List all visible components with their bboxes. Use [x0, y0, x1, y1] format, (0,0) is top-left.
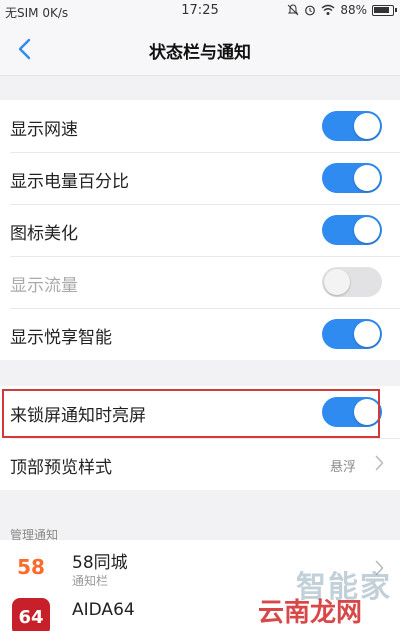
chevron-right-icon	[375, 455, 384, 471]
status-bar: 无SIM 0K/s 17:25 88%	[0, 0, 400, 22]
watermark-logo-text: 云南龙网	[257, 598, 362, 628]
setting-row-icon-beautify[interactable]: 图标美化	[0, 204, 400, 256]
setting-row-battery-percent[interactable]: 显示电量百分比	[0, 152, 400, 204]
nav-bar: 状态栏与通知	[0, 22, 400, 76]
app-icon-text: 64	[18, 606, 44, 628]
app-icon-text: 58	[17, 555, 45, 579]
status-icons: 88%	[287, 3, 397, 17]
toggle-settings-group: 显示网速 显示电量百分比 图标美化 显示流量 显示悦享智能	[0, 100, 400, 360]
app-aida64-logo-icon: 64	[12, 598, 50, 631]
page-title: 状态栏与通知	[149, 43, 251, 63]
alarm-icon	[305, 5, 316, 16]
switch-smart-enjoy[interactable]	[322, 319, 382, 349]
switch-show-traffic[interactable]	[322, 267, 382, 297]
setting-label: 显示电量百分比	[10, 172, 129, 192]
switch-knob	[354, 165, 380, 191]
app-subtitle: 通知栏	[72, 574, 109, 588]
switch-knob	[354, 321, 380, 347]
switch-knob	[354, 113, 380, 139]
setting-row-show-net-speed[interactable]: 显示网速	[0, 100, 400, 152]
switch-icon-beautify[interactable]	[322, 215, 382, 245]
switch-knob	[354, 217, 380, 243]
setting-label: 显示悦享智能	[10, 328, 112, 348]
switch-knob	[324, 269, 350, 295]
battery-icon	[372, 4, 397, 16]
mute-bell-icon	[287, 4, 299, 16]
setting-label: 显示流量	[10, 276, 78, 296]
battery-percent: 88%	[340, 3, 367, 17]
switch-knob	[354, 399, 380, 425]
setting-value: 悬浮	[329, 460, 356, 475]
setting-row-smart-enjoy[interactable]: 显示悦享智能	[0, 308, 400, 360]
setting-label: 图标美化	[10, 224, 78, 244]
setting-row-show-traffic[interactable]: 显示流量	[0, 256, 400, 308]
switch-battery-percent[interactable]	[322, 163, 382, 193]
setting-row-lockscreen-wake[interactable]: 来锁屏通知时亮屏	[0, 386, 400, 438]
app-name: 58同城	[72, 553, 128, 573]
app-name: AIDA64	[72, 600, 135, 620]
setting-label: 顶部预览样式	[10, 458, 112, 478]
wifi-icon	[321, 4, 335, 15]
app-58-logo-icon: 58	[12, 548, 50, 586]
switch-show-net-speed[interactable]	[322, 111, 382, 141]
setting-label: 来锁屏通知时亮屏	[10, 406, 146, 426]
setting-row-top-preview-style[interactable]: 顶部预览样式 悬浮	[0, 438, 400, 490]
notification-settings-group: 来锁屏通知时亮屏 顶部预览样式 悬浮	[0, 386, 400, 490]
switch-lockscreen-wake[interactable]	[322, 397, 382, 427]
setting-label: 显示网速	[10, 120, 78, 140]
